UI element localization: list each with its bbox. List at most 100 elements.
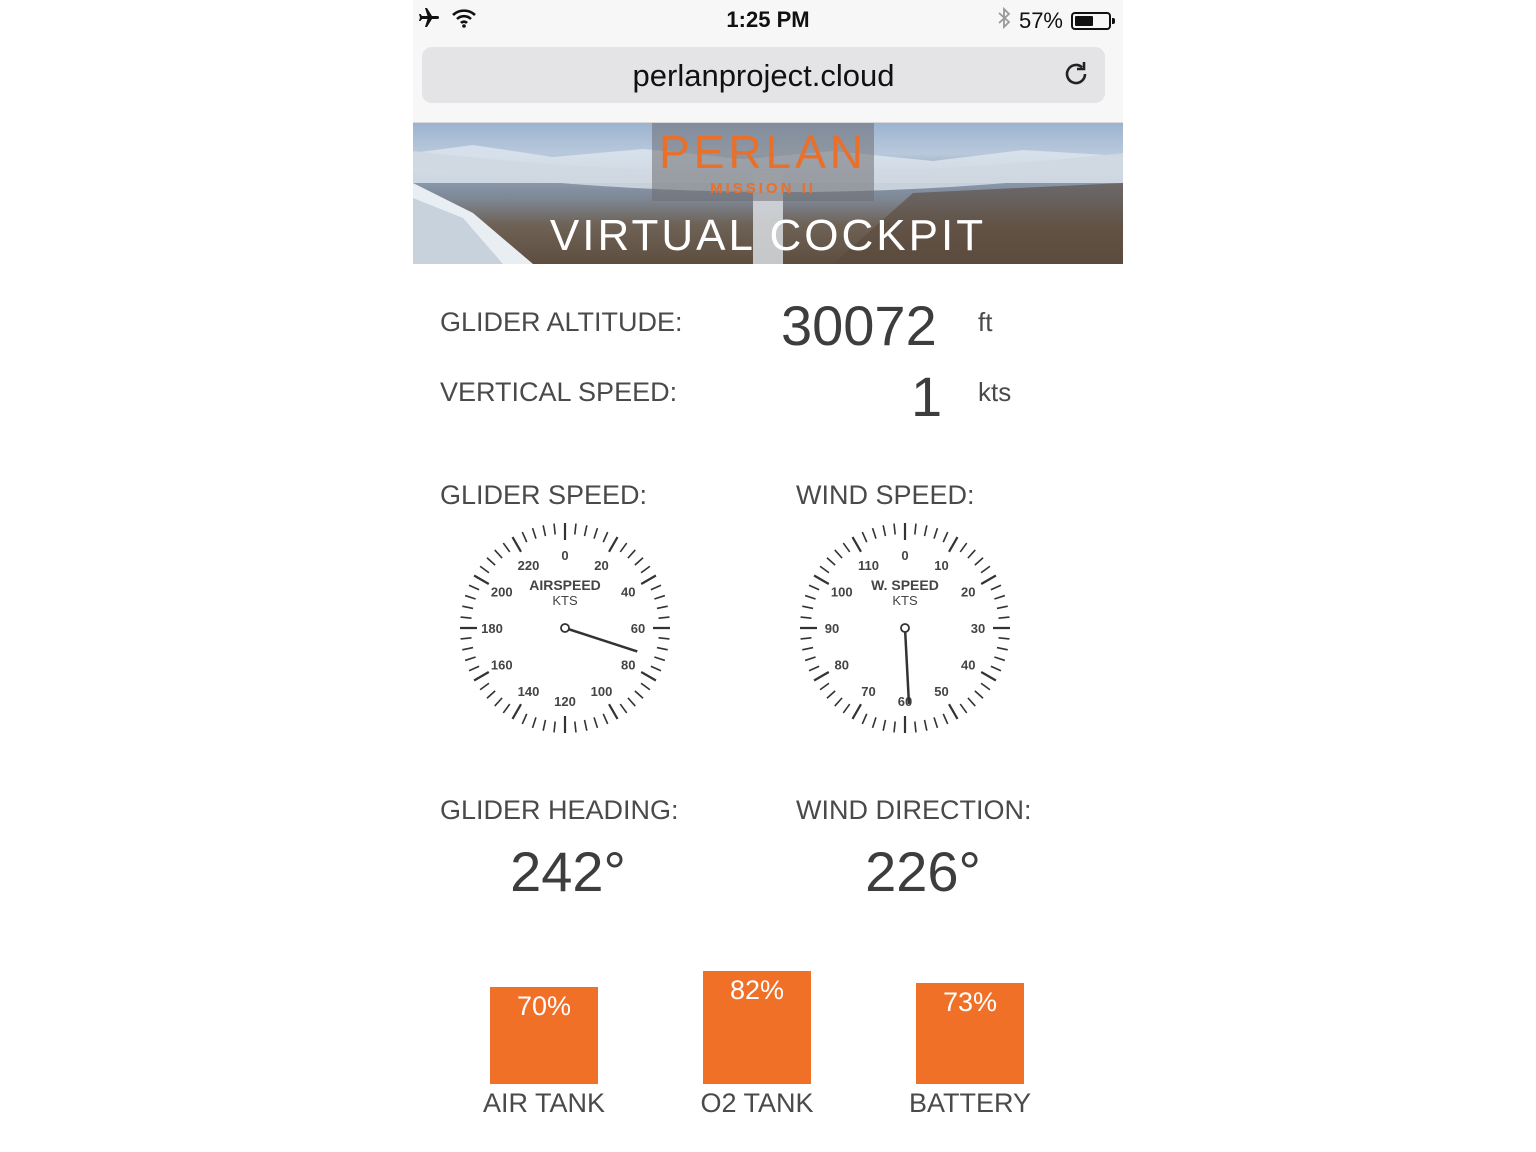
level-percent: 73% (942, 987, 998, 1017)
wind-speed-tick (990, 665, 1002, 672)
airspeed-tick (486, 557, 496, 566)
wind-speed-tick (914, 523, 917, 535)
wind-speed-tick (996, 605, 1008, 610)
wind-speed-tick (967, 549, 976, 559)
airspeed-tick (634, 690, 644, 699)
wind-speed-gauge-title: W. SPEED (871, 577, 939, 593)
airspeed-tick (462, 605, 474, 610)
wind-speed-tick (871, 717, 877, 729)
airspeed-tick (511, 703, 522, 720)
wind-speed-tick (942, 531, 949, 543)
wind-speed-tick (933, 527, 939, 539)
wind-speed-tick-label: 50 (934, 684, 948, 699)
airspeed-tick (521, 531, 528, 543)
airspeed-tick-label: 20 (594, 558, 608, 573)
wind-speed-tick-label: 30 (971, 621, 985, 636)
wind-speed-tick-label: 70 (861, 684, 875, 699)
vertical-speed-unit: kts (978, 377, 1012, 407)
wind-speed-tick (980, 574, 997, 585)
wind-speed-tick (994, 594, 1006, 600)
wind-direction-label: WIND DIRECTION: (796, 795, 1032, 825)
wind-speed-tick (980, 671, 997, 682)
wind-speed-tick (802, 605, 814, 610)
airspeed-tick (479, 682, 490, 691)
airspeed-tick (460, 637, 472, 640)
wind-speed-tick (974, 557, 984, 566)
wind-speed-tick-label: 20 (961, 585, 975, 600)
airspeed-tick (542, 525, 547, 537)
wind-speed-tick (882, 525, 887, 537)
airspeed-tick (602, 713, 609, 725)
wind-speed-gauge: 0102030405060708090100110W. SPEEDKTS (800, 523, 1010, 733)
vertical-speed-label: VERTICAL SPEED: (440, 377, 678, 407)
wind-speed-tick-label: 40 (961, 658, 975, 673)
airspeed-tick (464, 594, 476, 600)
wind-speed-tick (914, 721, 917, 733)
airspeed-tick (619, 542, 628, 553)
wind-speed-tick (813, 671, 830, 682)
airspeed-tick (473, 671, 490, 682)
airspeed-tick (608, 536, 619, 553)
wind-speed-tick (948, 536, 959, 553)
airspeed-tick (553, 523, 556, 535)
browser-toolbar: perlanproject.cloud (413, 40, 1123, 123)
airspeed-tick-label: 60 (631, 621, 645, 636)
airspeed-tick-label: 140 (518, 684, 540, 699)
wind-speed-tick (834, 697, 843, 707)
airspeed-tick (511, 536, 522, 553)
wind-speed-tick (990, 584, 1002, 591)
airspeed-tick (468, 584, 480, 591)
glider-heading-label: GLIDER HEADING: (440, 795, 679, 825)
wind-speed-tick (804, 594, 816, 600)
wind-speed-tick (959, 542, 968, 553)
airspeed-gauge: 0 20 40 60 80 100 120 140 160 180 200 220 AIRSPEEDKT… (460, 523, 670, 733)
reload-icon[interactable] (1061, 59, 1091, 89)
wind-speed-tick (882, 719, 887, 731)
wind-speed-tick (933, 717, 939, 729)
battery-fill (1075, 16, 1094, 26)
wind-speed-tick-label: 110 (858, 558, 879, 573)
airspeed-gauge-title: AIRSPEED (529, 577, 601, 593)
wind-speed-tick (942, 713, 949, 725)
battery-icon (1071, 12, 1115, 30)
wind-speed-tick (980, 565, 991, 574)
wind-speed-tick (842, 542, 851, 553)
wind-speed-tick (800, 616, 812, 619)
level-fill: 70% (490, 987, 598, 1084)
glider-speed-label: GLIDER SPEED: (440, 480, 648, 510)
wind-speed-label: WIND SPEED: (796, 480, 975, 510)
level-bar-3: 73% (916, 983, 1024, 1084)
airspeed-tick (583, 719, 588, 731)
wind-speed-tick (980, 682, 991, 691)
status-right: 57% (997, 6, 1115, 36)
airspeed-tick (654, 656, 666, 662)
airspeed-tick (640, 671, 657, 682)
wind-speed-tick (861, 713, 868, 725)
perlan-logo: PERLAN MISSION II (652, 123, 874, 201)
level-fill: 73% (916, 983, 1024, 1084)
level-bar-1: 70% (490, 987, 598, 1084)
altitude-value: 30072 (781, 294, 937, 357)
airspeed-tick (494, 549, 503, 559)
url-text[interactable]: perlanproject.cloud (422, 58, 1105, 94)
wind-speed-tick-label: 100 (831, 585, 853, 600)
wind-speed-tick (819, 565, 830, 574)
wind-speed-tick (893, 721, 896, 733)
altitude-label: GLIDER ALTITUDE: (440, 307, 683, 337)
airspeed-tick (468, 665, 480, 672)
airspeed-tick (634, 557, 644, 566)
airspeed-tick (654, 594, 666, 600)
level-label: AIR TANK (482, 1088, 606, 1118)
level-label: O2 TANK (700, 1088, 814, 1118)
wind-speed-tick (998, 637, 1010, 640)
airspeed-tick (486, 690, 496, 699)
wind-speed-tick (948, 703, 959, 720)
status-bar: 1:25 PM 57% (413, 0, 1123, 40)
address-bar[interactable]: perlanproject.cloud (422, 47, 1105, 103)
airspeed-tick-label: 40 (621, 585, 635, 600)
banner-title: VIRTUAL COCKPIT (549, 211, 987, 260)
airspeed-tick (574, 721, 577, 733)
airspeed-tick (462, 646, 474, 651)
airspeed-tick (640, 682, 651, 691)
airspeed-tick (464, 656, 476, 662)
